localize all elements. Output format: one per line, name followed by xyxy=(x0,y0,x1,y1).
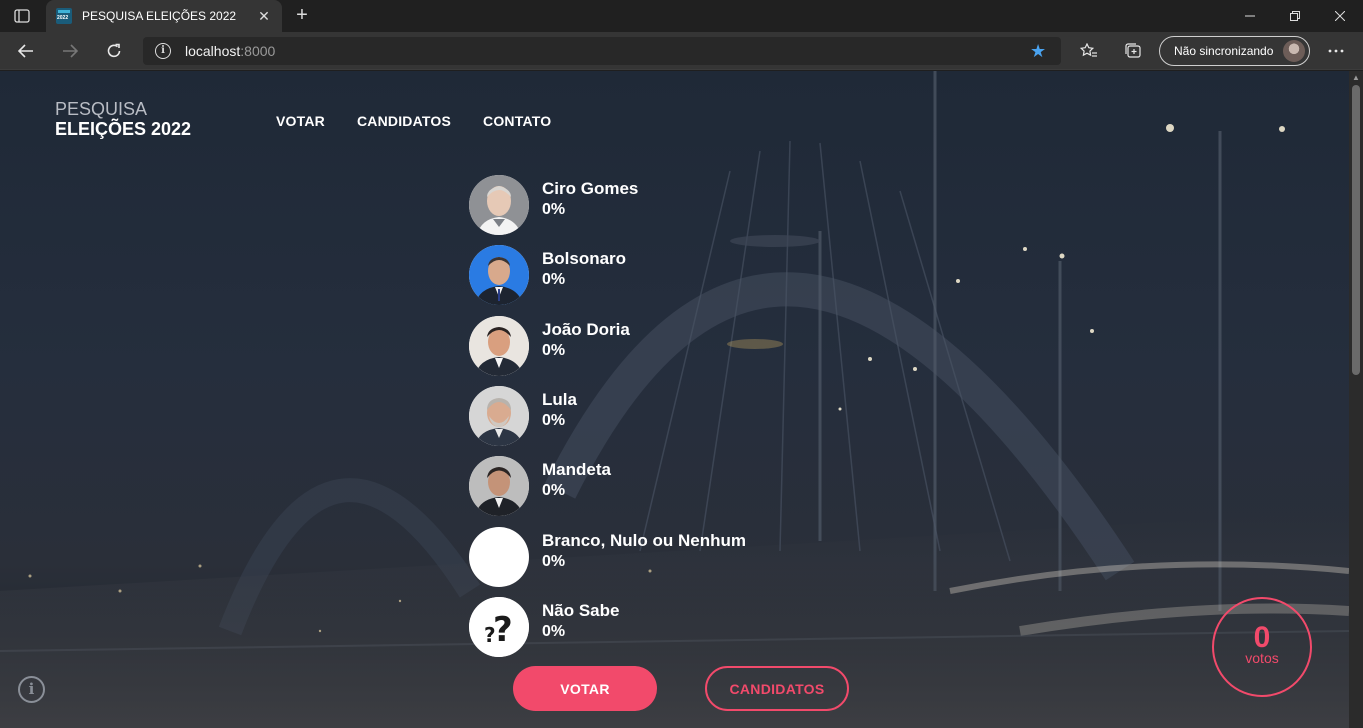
new-tab-button[interactable]: + xyxy=(290,4,314,28)
candidate-photo-bolsonaro xyxy=(469,245,529,305)
browser-tab-strip: PESQUISA ELEIÇÕES 2022 ✕ + xyxy=(0,0,1363,32)
candidate-photo-joao-doria xyxy=(469,316,529,376)
svg-text:?: ? xyxy=(493,610,513,650)
candidate-row[interactable]: Branco, Nulo ou Nenhum 0% xyxy=(469,527,789,587)
nav-link-candidatos[interactable]: CANDIDATOS xyxy=(357,113,451,129)
site-brand-logo[interactable]: PESQUISA ELEIÇÕES 2022 xyxy=(55,99,191,139)
candidate-row[interactable]: Ciro Gomes 0% xyxy=(469,175,789,235)
scroll-up-arrow-icon[interactable]: ▲ xyxy=(1352,73,1360,82)
site-favicon-icon xyxy=(56,8,72,24)
candidate-name: Bolsonaro xyxy=(542,249,627,268)
candidate-row[interactable]: João Doria 0% xyxy=(469,316,789,376)
nav-link-contato[interactable]: CONTATO xyxy=(483,113,551,129)
candidate-percent: 0% xyxy=(542,342,566,359)
candidate-row[interactable]: ?? Não Sabe 0% xyxy=(469,597,789,657)
candidate-row[interactable]: Lula 0% xyxy=(469,386,789,446)
main-navigation: VOTAR CANDIDATOS CONTATO xyxy=(276,113,551,129)
vote-count-label: votos xyxy=(1245,650,1279,666)
profile-sync-label: Não sincronizando xyxy=(1174,44,1274,58)
tab-close-icon[interactable]: ✕ xyxy=(256,8,272,25)
candidate-photo-mandeta xyxy=(469,456,529,516)
browser-toolbar: i localhost:8000 ★ Não sincronizando xyxy=(0,32,1363,70)
candidate-name: Lula xyxy=(542,390,577,409)
candidate-name: Branco, Nulo ou Nenhum xyxy=(542,531,746,550)
blank-vote-circle xyxy=(469,527,529,587)
candidate-name: Mandeta xyxy=(542,460,611,479)
question-marks-icon: ?? xyxy=(469,597,529,657)
browser-tab-active[interactable]: PESQUISA ELEIÇÕES 2022 ✕ xyxy=(46,0,282,32)
collections-icon[interactable] xyxy=(1119,37,1147,65)
favorites-list-icon[interactable] xyxy=(1075,37,1103,65)
forward-arrow-icon[interactable] xyxy=(56,37,84,65)
candidate-photo-ciro-gomes xyxy=(469,175,529,235)
candidate-row[interactable]: Bolsonaro 0% xyxy=(469,245,789,305)
restore-icon[interactable] xyxy=(1272,0,1318,32)
url-host: localhost xyxy=(185,43,241,59)
vote-button[interactable]: VOTAR xyxy=(513,666,657,711)
candidate-percent: 0% xyxy=(542,412,566,429)
brand-line-1: PESQUISA xyxy=(55,99,148,119)
window-close-icon[interactable] xyxy=(1317,0,1363,32)
address-bar[interactable]: i localhost:8000 xyxy=(143,37,1061,65)
candidate-name: João Doria xyxy=(542,320,630,339)
candidate-percent: 0% xyxy=(542,482,566,499)
info-icon[interactable]: i xyxy=(18,676,45,703)
candidate-percent: 0% xyxy=(542,201,566,218)
page-scrollbar[interactable]: ▲ xyxy=(1349,71,1363,728)
minimize-icon[interactable] xyxy=(1227,0,1273,32)
more-menu-icon[interactable] xyxy=(1322,37,1350,65)
candidate-photo-lula xyxy=(469,386,529,446)
scrollbar-thumb[interactable] xyxy=(1352,85,1360,375)
candidate-row[interactable]: Mandeta 0% xyxy=(469,456,789,516)
tab-title: PESQUISA ELEIÇÕES 2022 xyxy=(82,9,237,23)
profile-button[interactable]: Não sincronizando xyxy=(1159,36,1310,66)
reload-icon[interactable] xyxy=(100,37,128,65)
favorite-star-icon[interactable]: ★ xyxy=(1030,42,1046,60)
profile-avatar xyxy=(1283,40,1305,62)
tab-actions-icon[interactable] xyxy=(8,4,36,28)
candidate-name: Não Sabe xyxy=(542,601,620,620)
nav-link-votar[interactable]: VOTAR xyxy=(276,113,325,129)
page-viewport: PESQUISA ELEIÇÕES 2022 VOTAR CANDIDATOS … xyxy=(0,71,1349,728)
candidate-percent: 0% xyxy=(542,623,566,640)
candidate-name: Ciro Gomes xyxy=(542,179,639,198)
vote-count: 0 xyxy=(1253,621,1271,654)
candidates-button[interactable]: CANDIDATOS xyxy=(705,666,849,711)
candidate-percent: 0% xyxy=(542,271,566,288)
candidate-percent: 0% xyxy=(542,553,566,570)
vote-counter-badge: 0 votos xyxy=(1212,597,1312,697)
site-info-icon[interactable]: i xyxy=(155,43,171,59)
back-arrow-icon[interactable] xyxy=(12,37,40,65)
brand-line-2: ELEIÇÕES 2022 xyxy=(55,119,192,139)
url-port: :8000 xyxy=(240,43,276,59)
